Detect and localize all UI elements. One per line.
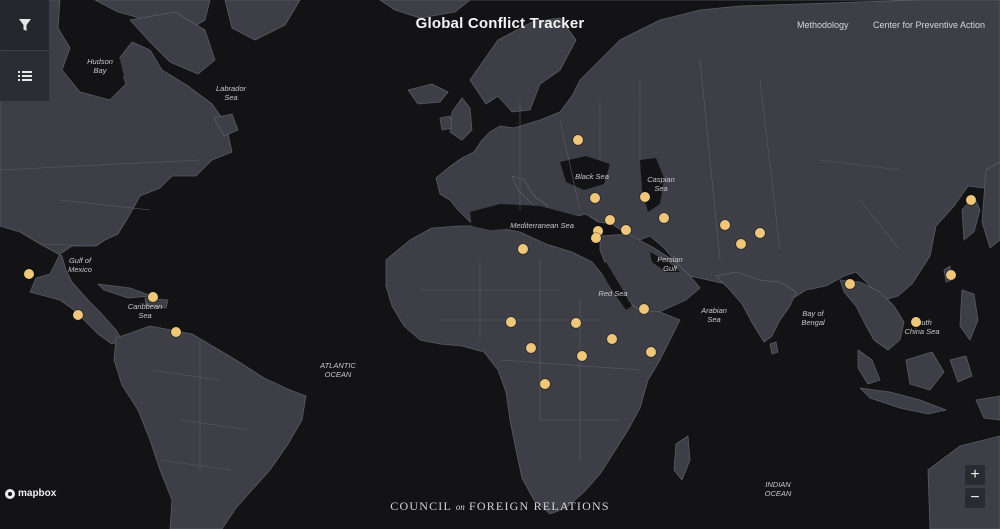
center-for-preventive-action-link[interactable]: Center for Preventive Action: [873, 20, 985, 30]
footer-right: FOREIGN RELATIONS: [468, 499, 610, 513]
water-label-bay-of-bengal: Bay of Bengal: [801, 309, 825, 327]
conflict-marker[interactable]: [73, 310, 83, 320]
water-label-arabian-sea: Arabian Sea: [701, 306, 727, 324]
conflict-marker[interactable]: [646, 347, 656, 357]
zoom-in-button[interactable]: +: [965, 465, 985, 485]
water-label-south-china-sea: South China Sea: [904, 318, 940, 336]
conflict-marker[interactable]: [540, 379, 550, 389]
water-label-mediterranean-sea: Mediterranean Sea: [510, 221, 574, 230]
water-label-black-sea: Black Sea: [575, 172, 609, 181]
footer-left: COUNCIL: [390, 499, 452, 513]
water-label-hudson-bay: Hudson Bay: [87, 57, 113, 75]
water-label-gulf-of-mexico: Gulf of Mexico: [68, 256, 92, 274]
filter-button[interactable]: [0, 0, 49, 50]
conflict-marker[interactable]: [590, 193, 600, 203]
water-label-atlantic-ocean: ATLANTIC OCEAN: [320, 361, 356, 379]
conflict-marker[interactable]: [966, 195, 976, 205]
conflict-marker[interactable]: [526, 343, 536, 353]
conflict-marker[interactable]: [640, 192, 650, 202]
conflict-marker[interactable]: [605, 215, 615, 225]
footer-middle: on: [455, 502, 465, 512]
conflict-marker[interactable]: [571, 318, 581, 328]
list-icon: [17, 71, 32, 81]
conflict-marker[interactable]: [506, 317, 516, 327]
conflict-marker[interactable]: [755, 228, 765, 238]
filter-icon: [18, 19, 31, 31]
water-label-caspian-sea: Caspian Sea: [647, 175, 675, 193]
world-map[interactable]: Hudson Bay Labrador Sea Gulf of Mexico C…: [0, 0, 1000, 529]
conflict-marker[interactable]: [911, 317, 921, 327]
page-title: Global Conflict Tracker: [415, 15, 585, 32]
water-label-labrador-sea: Labrador Sea: [215, 84, 247, 102]
conflict-marker[interactable]: [639, 304, 649, 314]
conflict-marker[interactable]: [659, 213, 669, 223]
zoom-out-button[interactable]: −: [965, 488, 985, 508]
conflict-marker[interactable]: [736, 239, 746, 249]
mapbox-wordmark: mapbox: [18, 488, 57, 499]
mapbox-icon: [5, 488, 15, 499]
water-label-red-sea: Red Sea: [598, 289, 628, 298]
conflict-marker[interactable]: [577, 351, 587, 361]
land-layer: [0, 0, 1000, 529]
conflict-marker[interactable]: [171, 327, 181, 337]
footer-organization: COUNCIL on FOREIGN RELATIONS: [390, 499, 609, 514]
conflict-marker[interactable]: [621, 225, 631, 235]
conflict-marker[interactable]: [720, 220, 730, 230]
conflict-marker[interactable]: [148, 292, 158, 302]
list-button[interactable]: [0, 51, 49, 101]
conflict-marker[interactable]: [607, 334, 617, 344]
conflict-marker[interactable]: [573, 135, 583, 145]
water-label-persian-gulf: Persian Gulf: [657, 255, 683, 273]
conflict-marker[interactable]: [845, 279, 855, 289]
conflict-marker[interactable]: [946, 270, 956, 280]
conflict-marker[interactable]: [591, 233, 601, 243]
water-label-indian-ocean: INDIAN OCEAN: [764, 480, 792, 498]
mapbox-logo[interactable]: mapbox: [5, 488, 56, 499]
methodology-link[interactable]: Methodology: [797, 20, 849, 30]
water-label-caribbean-sea: Caribbean Sea: [127, 302, 163, 320]
conflict-marker[interactable]: [518, 244, 528, 254]
conflict-marker[interactable]: [24, 269, 34, 279]
